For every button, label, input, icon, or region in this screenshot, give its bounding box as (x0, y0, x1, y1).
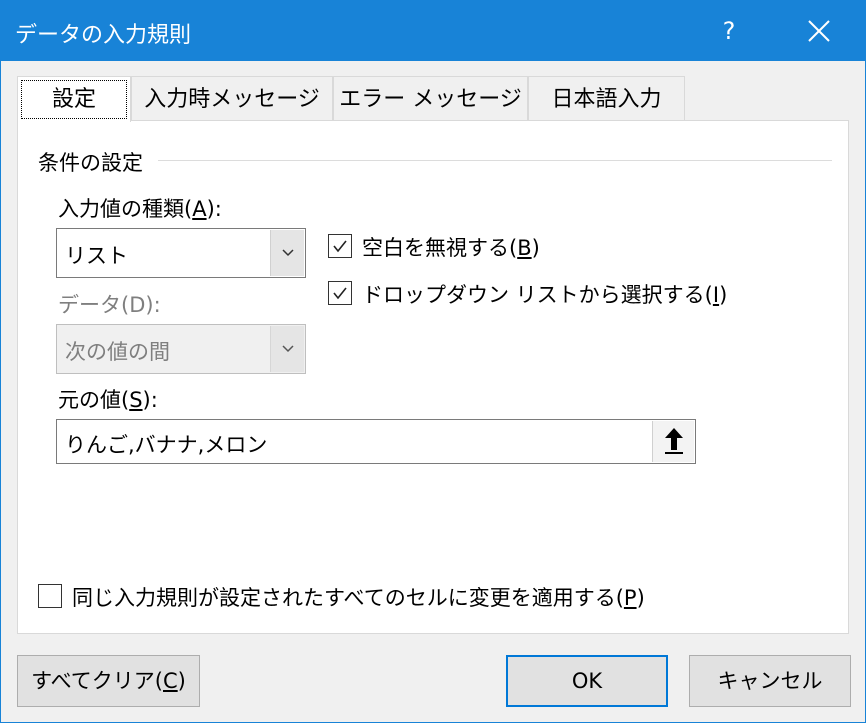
tab-label: 日本語入力 (551, 87, 662, 112)
data-combobox: 次の値の間 (56, 324, 306, 374)
ignore-blank-label: 空白を無視する(B) (362, 236, 540, 260)
help-button[interactable]: ? (701, 1, 757, 61)
checkbox-box[interactable] (328, 281, 352, 305)
tab-input-message[interactable]: 入力時メッセージ (131, 76, 333, 121)
cancel-button[interactable]: キャンセル (689, 655, 851, 707)
source-value: りんご,バナナ,メロン (65, 433, 268, 457)
ok-button[interactable]: OK (506, 655, 668, 707)
data-label: データ(D): (58, 293, 161, 317)
apply-all-checkbox[interactable]: 同じ入力規則が設定されたすべてのセルに変更を適用する(P) (38, 583, 718, 611)
tab-ime-mode[interactable]: 日本語入力 (528, 76, 685, 121)
tab-label: 入力時メッセージ (144, 87, 320, 112)
checkmark-icon (333, 240, 347, 253)
focus-rectangle (21, 80, 127, 119)
source-label: 元の値(S): (58, 388, 158, 412)
checkmark-icon (333, 287, 347, 300)
close-icon (808, 20, 830, 42)
allow-label: 入力値の種類(A): (58, 197, 222, 221)
checkbox-box[interactable] (38, 584, 62, 608)
title-bar[interactable]: データの入力規則 ? (1, 1, 865, 61)
data-value: 次の値の間 (65, 340, 170, 364)
allow-value: リスト (65, 244, 128, 268)
in-cell-dropdown-label: ドロップダウン リストから選択する(I) (362, 283, 728, 307)
ignore-blank-checkbox[interactable]: 空白を無視する(B) (328, 233, 588, 261)
apply-all-label: 同じ入力規則が設定されたすべてのセルに変更を適用する(P) (72, 586, 645, 610)
checkbox-box[interactable] (328, 234, 352, 258)
clear-all-button[interactable]: すべてクリア(C) (17, 655, 200, 707)
criteria-group-label: 条件の設定 (38, 147, 149, 177)
in-cell-dropdown-checkbox[interactable]: ドロップダウン リストから選択する(I) (328, 280, 727, 308)
tab-settings[interactable]: 設定 (17, 76, 131, 122)
tab-label: エラー メッセージ (339, 87, 522, 112)
tab-error-alert[interactable]: エラー メッセージ (333, 76, 528, 121)
chevron-down-icon (282, 345, 294, 353)
dialog-title: データの入力規則 (15, 23, 192, 48)
settings-panel: 条件の設定 入力値の種類(A): リスト データ(D): 次の値の間 空白を無視… (17, 120, 849, 634)
close-button[interactable] (791, 1, 847, 61)
group-divider (158, 160, 832, 161)
source-input[interactable]: りんご,バナナ,メロン (56, 419, 696, 464)
allow-combobox[interactable]: リスト (56, 228, 306, 278)
range-select-button[interactable] (652, 421, 694, 462)
data-dropdown-button (270, 326, 304, 372)
chevron-down-icon (282, 249, 294, 257)
arrow-up-icon (665, 428, 683, 454)
allow-dropdown-button[interactable] (270, 230, 304, 276)
data-validation-dialog: データの入力規則 ? 設定 入力時メッセージ エラー メッセージ 日本語入力 条… (0, 0, 866, 723)
